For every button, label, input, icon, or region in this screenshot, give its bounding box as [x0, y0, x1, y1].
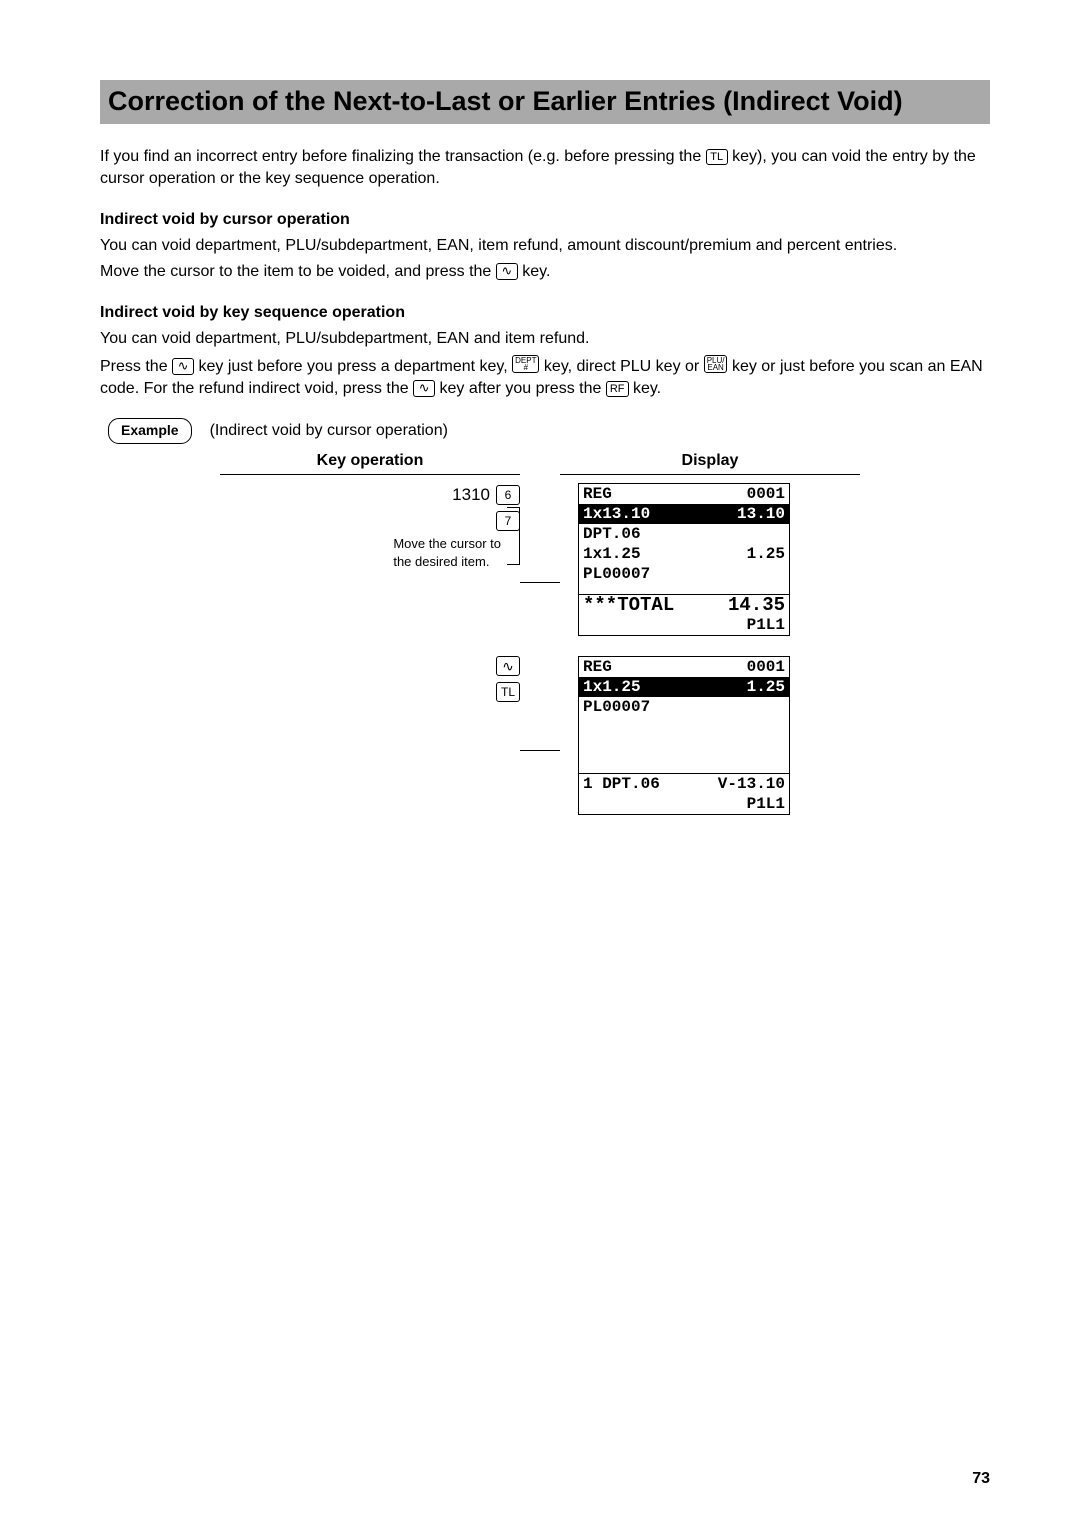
keyop-number: 1310	[452, 483, 490, 507]
cursor-note-row: Move the cursor to the desired item.	[220, 535, 520, 571]
keyseq-text-f: key.	[633, 380, 661, 397]
display-heading: Display	[560, 450, 860, 475]
s1r4l: 1x1.25	[583, 544, 641, 564]
s1r1l: REG	[583, 484, 612, 504]
s1r3l: DPT.06	[583, 524, 641, 544]
s1r2l: 1x13.10	[583, 504, 650, 524]
s2r3l: PL00007	[583, 697, 650, 717]
keyseq-void-section: Indirect void by key sequence operation …	[100, 302, 990, 401]
s2r1r: 0001	[747, 657, 785, 677]
s2r2l: 1x1.25	[583, 677, 641, 697]
s1r1r: 0001	[747, 484, 785, 504]
cursor-note-line1: Move the cursor to	[393, 535, 501, 553]
display-column-2: REG 0001 1x1.25 1.25 PL00007 1 DPT.06 V-13.…	[560, 656, 860, 835]
tl-key-icon: TL	[496, 682, 520, 702]
cursor-void-line2b: key.	[522, 263, 550, 280]
tl-key-icon: TL	[706, 149, 728, 165]
key-6-icon: 6	[496, 485, 520, 505]
intro-text-a: If you find an incorrect entry before fi…	[100, 148, 706, 165]
cursor-void-section: Indirect void by cursor operation You ca…	[100, 209, 990, 284]
cursor-void-line1: You can void department, PLU/subdepartme…	[100, 235, 990, 257]
screen-blank	[579, 717, 789, 773]
page-number: 73	[972, 1468, 990, 1490]
keyseq-text-e: key after you press the	[440, 380, 606, 397]
connector-column-2	[520, 656, 560, 835]
s1r7r: P1L1	[747, 615, 785, 635]
keyseq-text-c: key, direct PLU key or	[544, 358, 704, 375]
s1r2r: 13.10	[737, 504, 785, 524]
section-title-bar: Correction of the Next-to-Last or Earlie…	[100, 80, 990, 124]
example-caption: (Indirect void by cursor operation)	[210, 420, 448, 442]
void-key-icon	[172, 358, 194, 375]
bracket-icon	[507, 507, 520, 565]
keyseq-text-b: key just before you press a department k…	[198, 358, 512, 375]
intro-paragraph: If you find an incorrect entry before fi…	[100, 146, 990, 191]
cursor-note: Move the cursor to the desired item.	[393, 535, 507, 571]
key-operation-heading: Key operation	[220, 450, 520, 475]
s2r4r: V-13.10	[718, 774, 785, 794]
cursor-void-line2a: Move the cursor to the item to be voided…	[100, 263, 496, 280]
keyseq-void-heading: Indirect void by key sequence operation	[100, 302, 990, 324]
plu-ean-key-icon: PLU/EAN	[704, 355, 728, 373]
example-row-2: TL REG 0001 1x1.25 1.25 PL00007 1 DPT.06 V-…	[220, 656, 990, 835]
rf-key-icon: RF	[606, 381, 629, 397]
cursor-note-line2: the desired item.	[393, 553, 501, 571]
s1r6l: ***TOTAL	[583, 595, 674, 615]
dept-key-icon: DEPT#	[512, 355, 539, 373]
example-header: Example (Indirect void by cursor operati…	[108, 418, 990, 444]
s2r1l: REG	[583, 657, 612, 677]
display-screen-2: REG 0001 1x1.25 1.25 PL00007 1 DPT.06 V-13.…	[578, 656, 790, 815]
connector-line	[520, 582, 560, 583]
display-screen-1: REG 0001 1x13.10 13.10 DPT.06 1x1.25 1.25 P…	[578, 483, 790, 636]
s1r6r: 14.35	[728, 595, 785, 615]
cursor-void-heading: Indirect void by cursor operation	[100, 209, 990, 231]
keyop-row-1: 1310 6	[220, 483, 520, 507]
void-key-icon	[496, 656, 520, 676]
example-label: Example	[108, 418, 192, 444]
void-key-icon	[496, 263, 518, 280]
keyseq-text-a: Press the	[100, 358, 172, 375]
keyop-row-2: 7	[220, 511, 520, 531]
connector-line	[520, 750, 560, 751]
connector-column	[520, 450, 560, 656]
s1r5l: PL00007	[583, 564, 650, 584]
key-operation-column: Key operation 1310 6 7 Move the cursor t…	[220, 450, 520, 656]
keyseq-void-line1: You can void department, PLU/subdepartme…	[100, 328, 990, 350]
s2r4l: 1 DPT.06	[583, 774, 660, 794]
section-title: Correction of the Next-to-Last or Earlie…	[108, 83, 982, 121]
void-key-icon	[413, 380, 435, 397]
s1r4r: 1.25	[747, 544, 785, 564]
keyop-block-2: TL	[220, 656, 520, 835]
s2r2r: 1.25	[747, 677, 785, 697]
example-columns: Key operation 1310 6 7 Move the cursor t…	[220, 450, 990, 656]
s2r5r: P1L1	[747, 794, 785, 814]
display-column: Display REG 0001 1x13.10 13.10 DPT.06 1x1.…	[560, 450, 860, 656]
